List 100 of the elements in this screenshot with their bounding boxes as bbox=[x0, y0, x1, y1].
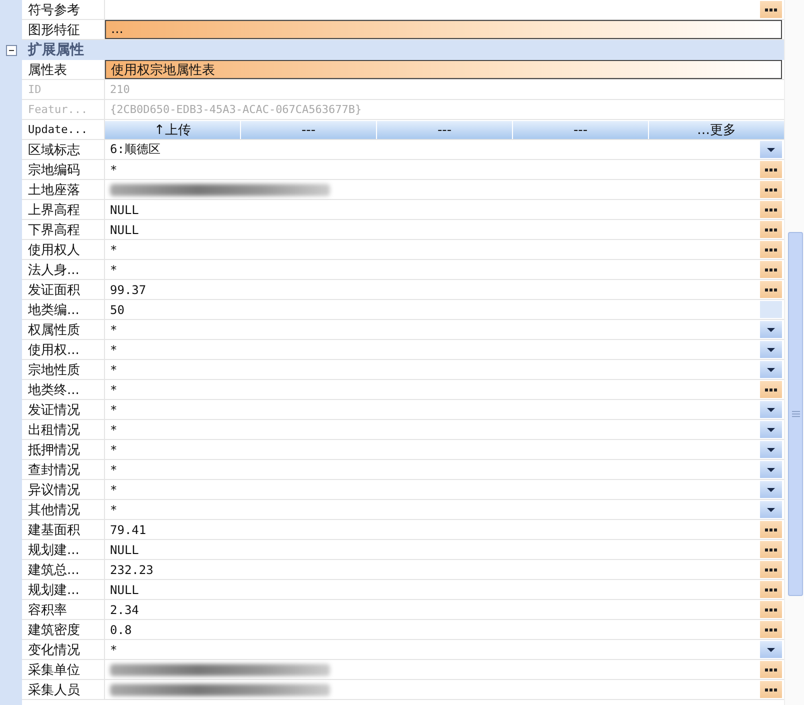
property-value: * bbox=[110, 482, 118, 496]
property-value: * bbox=[110, 402, 118, 416]
property-value: * bbox=[110, 642, 118, 656]
property-name: 图形特征 bbox=[28, 22, 80, 38]
property-name: 符号参考 bbox=[28, 2, 80, 18]
property-value: 2.34 bbox=[110, 602, 139, 616]
dots-icon bbox=[765, 608, 777, 612]
ellipsis-button[interactable] bbox=[760, 181, 782, 198]
dots-icon bbox=[765, 388, 777, 392]
property-value: 50 bbox=[110, 302, 124, 316]
ellipsis-button[interactable] bbox=[760, 281, 782, 298]
ellipsis-button[interactable] bbox=[760, 681, 782, 698]
ellipsis-button[interactable] bbox=[760, 541, 782, 558]
property-value: * bbox=[110, 422, 118, 436]
property-value: 210 bbox=[110, 83, 130, 96]
property-name: 出租情况 bbox=[28, 422, 80, 438]
property-value: * bbox=[110, 462, 118, 476]
property-name: 使用权... bbox=[28, 342, 80, 358]
property-value: * bbox=[110, 162, 118, 176]
property-name: 土地座落 bbox=[28, 182, 80, 198]
scrollbar-thumb[interactable] bbox=[788, 232, 803, 596]
dropdown-button[interactable] bbox=[760, 441, 782, 458]
property-name: 地类编... bbox=[28, 302, 80, 318]
dots-icon bbox=[765, 548, 777, 552]
grid-button[interactable]: …更多 bbox=[649, 121, 784, 139]
property-name: 权属性质 bbox=[28, 322, 80, 338]
dots-icon bbox=[765, 568, 777, 572]
dots-icon bbox=[765, 268, 777, 272]
ellipsis-button[interactable] bbox=[760, 521, 782, 538]
property-value: * bbox=[110, 382, 118, 396]
grid-button[interactable]: --- bbox=[241, 121, 376, 139]
property-name: 上界高程 bbox=[28, 202, 80, 218]
caret-icon bbox=[767, 328, 775, 332]
property-name: 宗地性质 bbox=[28, 362, 80, 378]
property-name: 规划建... bbox=[28, 582, 80, 598]
property-name: 建筑密度 bbox=[28, 622, 80, 638]
scrollbar[interactable] bbox=[784, 0, 804, 705]
ellipsis-button[interactable] bbox=[760, 241, 782, 258]
ellipsis-button[interactable] bbox=[760, 221, 782, 238]
dots-icon bbox=[765, 588, 777, 592]
property-value: 232.23 bbox=[110, 562, 154, 576]
value-field[interactable]: 使用权宗地属性表 bbox=[105, 60, 782, 79]
collapse-icon[interactable] bbox=[6, 44, 16, 56]
ellipsis-button[interactable] bbox=[760, 261, 782, 278]
dots-icon bbox=[765, 288, 777, 292]
dropdown-button[interactable] bbox=[760, 641, 782, 658]
dropdown-button[interactable] bbox=[760, 481, 782, 498]
property-value: NULL bbox=[110, 202, 139, 216]
dropdown-button[interactable] bbox=[760, 341, 782, 358]
property-value: NULL bbox=[110, 582, 139, 596]
property-value: * bbox=[110, 322, 118, 336]
property-name: 查封情况 bbox=[28, 462, 80, 478]
caret-icon bbox=[767, 648, 775, 652]
ellipsis-button[interactable] bbox=[760, 201, 782, 218]
dots-icon bbox=[765, 668, 777, 672]
dropdown-button[interactable] bbox=[760, 401, 782, 418]
ellipsis-button[interactable] bbox=[760, 1, 782, 18]
property-value: * bbox=[110, 262, 118, 276]
property-name: 属性表 bbox=[28, 62, 67, 78]
ellipsis-button[interactable] bbox=[760, 621, 782, 638]
property-value: 79.41 bbox=[110, 522, 146, 536]
dropdown-button[interactable] bbox=[760, 461, 782, 478]
property-name: 发证情况 bbox=[28, 402, 80, 418]
caret-icon bbox=[767, 448, 775, 452]
caret-icon bbox=[767, 468, 775, 472]
property-value: {2CB0D650-EDB3-45A3-ACAC-067CA563677B} bbox=[110, 103, 362, 116]
dropdown-button[interactable] bbox=[760, 321, 782, 338]
dots-icon bbox=[765, 168, 777, 172]
dropdown-button[interactable] bbox=[760, 421, 782, 438]
dots-icon bbox=[765, 628, 777, 632]
property-name: 采集人员 bbox=[28, 682, 80, 698]
property-value: * bbox=[110, 442, 118, 456]
value-field[interactable]: ... bbox=[105, 20, 782, 39]
ellipsis-button[interactable] bbox=[760, 581, 782, 598]
property-value: * bbox=[110, 242, 118, 256]
property-name: 建基面积 bbox=[28, 522, 80, 538]
dropdown-button[interactable] bbox=[760, 361, 782, 378]
caret-icon bbox=[767, 508, 775, 512]
ellipsis-button[interactable] bbox=[760, 661, 782, 678]
property-value: * bbox=[110, 502, 118, 516]
property-name: Update... bbox=[28, 123, 88, 136]
property-value: * bbox=[110, 362, 118, 376]
ellipsis-button[interactable] bbox=[760, 601, 782, 618]
caret-icon bbox=[767, 348, 775, 352]
dropdown-button[interactable] bbox=[760, 141, 782, 158]
dropdown-button[interactable] bbox=[760, 501, 782, 518]
ellipsis-button[interactable] bbox=[760, 161, 782, 178]
property-value: 99.37 bbox=[110, 282, 146, 296]
ellipsis-button[interactable] bbox=[760, 381, 782, 398]
property-name: 采集单位 bbox=[28, 662, 80, 678]
property-name: 下界高程 bbox=[28, 222, 80, 238]
property-value: 6:顺德区 bbox=[110, 141, 160, 158]
property-name: 法人身... bbox=[28, 262, 80, 278]
dots-icon bbox=[765, 528, 777, 532]
ellipsis-button[interactable] bbox=[760, 561, 782, 578]
property-name: Featur... bbox=[28, 103, 88, 116]
grid-button[interactable]: --- bbox=[513, 121, 648, 139]
grid-button[interactable]: ↑上传 bbox=[105, 121, 240, 139]
grid-button[interactable]: --- bbox=[377, 121, 512, 139]
property-name: 其他情况 bbox=[28, 502, 80, 518]
